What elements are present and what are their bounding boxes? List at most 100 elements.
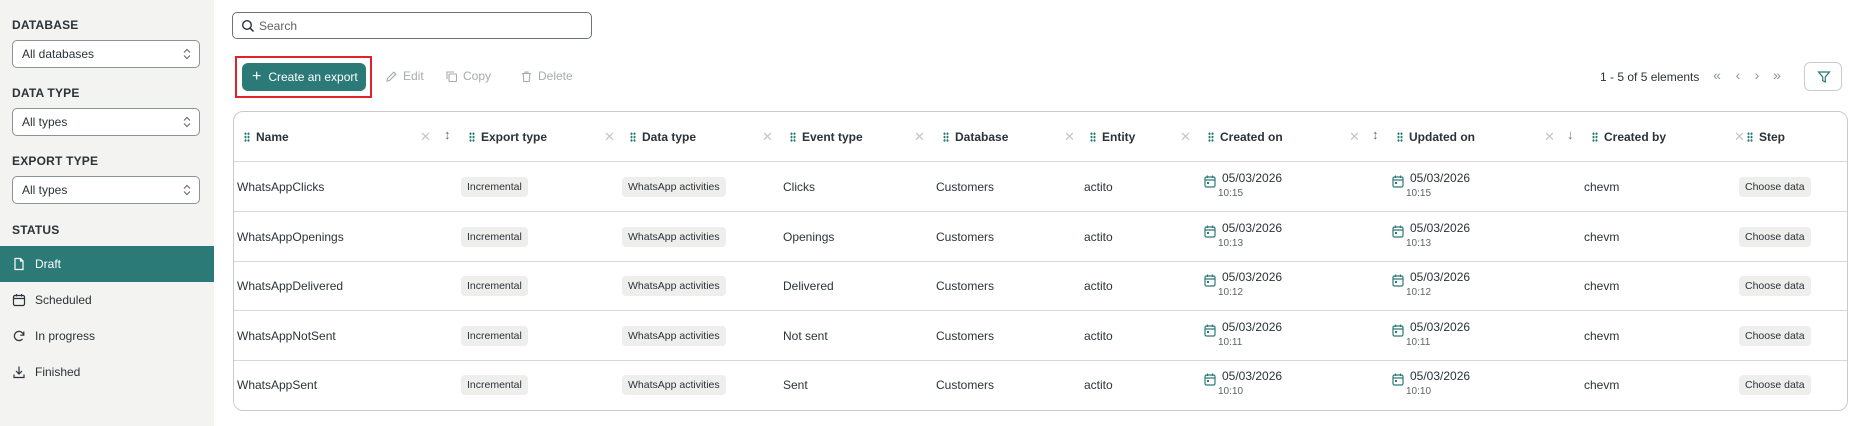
edit-button[interactable]: Edit: [385, 69, 424, 83]
created-time: 10:11: [1218, 336, 1243, 348]
column-data-type[interactable]: Data type: [630, 130, 696, 144]
close-icon[interactable]: ✕: [914, 129, 925, 145]
close-icon[interactable]: ✕: [762, 129, 773, 145]
next-page-icon[interactable]: ›: [1750, 68, 1764, 82]
search-input[interactable]: [259, 16, 579, 36]
column-created-on[interactable]: Created on: [1208, 130, 1283, 144]
drag-handle-icon[interactable]: [1208, 132, 1214, 142]
created-time: 10:13: [1218, 237, 1244, 249]
export-type-label: EXPORT TYPE: [12, 154, 99, 168]
status-item-scheduled[interactable]: Scheduled: [0, 282, 214, 318]
export-type-tag: Incremental: [461, 276, 528, 297]
status-item-finished[interactable]: Finished: [0, 354, 214, 390]
step-tag[interactable]: Choose data: [1739, 177, 1811, 197]
drag-handle-icon[interactable]: [943, 132, 949, 142]
updated-date: 05/03/2026: [1410, 319, 1471, 334]
export-type-tag: Incremental: [461, 325, 528, 346]
column-database[interactable]: Database: [943, 130, 1008, 144]
step-tag[interactable]: Choose data: [1739, 276, 1811, 297]
status-item-draft[interactable]: Draft: [0, 246, 214, 282]
search-box[interactable]: [232, 12, 592, 39]
drag-handle-icon[interactable]: [1747, 132, 1753, 142]
column-entity[interactable]: Entity: [1090, 130, 1135, 144]
close-icon[interactable]: ✕: [1544, 129, 1555, 145]
column-event-type[interactable]: Event type: [790, 130, 863, 144]
sort-icon[interactable]: ↕: [1372, 127, 1379, 142]
prev-page-icon[interactable]: ‹: [1731, 68, 1745, 82]
last-page-icon[interactable]: »: [1770, 68, 1784, 82]
cell-created-by: chevm: [1584, 328, 1620, 343]
drag-handle-icon[interactable]: [790, 132, 796, 142]
cell-name[interactable]: WhatsAppNotSent: [237, 329, 336, 343]
close-icon[interactable]: ✕: [1180, 129, 1191, 145]
cell-event-type: Clicks: [783, 180, 815, 194]
updated-time: 10:15: [1406, 188, 1432, 199]
data-type-select[interactable]: All types: [12, 108, 200, 136]
sort-icon[interactable]: ↕: [444, 127, 451, 142]
status-label: STATUS: [12, 223, 60, 237]
cell-name[interactable]: WhatsAppSent: [237, 378, 317, 392]
column-export-type[interactable]: Export type: [469, 130, 547, 144]
cell-name[interactable]: WhatsAppOpenings: [237, 230, 344, 244]
drag-handle-icon[interactable]: [244, 132, 250, 142]
cell-event-type: Delivered: [783, 279, 834, 294]
calendar-icon: [1204, 373, 1216, 386]
updated-date: 05/03/2026: [1410, 171, 1471, 185]
table-row[interactable]: WhatsAppDelivered Incremental WhatsApp a…: [234, 261, 1847, 312]
export-type-select[interactable]: All types: [12, 176, 200, 204]
created-time: 10:15: [1218, 188, 1244, 199]
export-type-tag: Incremental: [461, 226, 528, 247]
drag-handle-icon[interactable]: [630, 132, 636, 142]
column-updated-on[interactable]: Updated on: [1397, 130, 1475, 144]
calendar-icon: [1204, 175, 1216, 188]
calendar-icon: [12, 294, 26, 307]
calendar-icon: [1392, 175, 1404, 188]
updated-time: 10:11: [1406, 336, 1431, 348]
delete-label: Delete: [538, 69, 573, 83]
first-page-icon[interactable]: «: [1710, 68, 1724, 82]
close-icon[interactable]: ✕: [604, 129, 615, 145]
column-label: Export type: [481, 130, 548, 144]
drag-handle-icon[interactable]: [1397, 132, 1403, 142]
close-icon[interactable]: ✕: [1734, 129, 1745, 145]
data-type-tag: WhatsApp activities: [622, 177, 726, 197]
column-label: Step: [1759, 130, 1786, 144]
column-name[interactable]: Name: [244, 130, 289, 144]
calendar-icon: [1204, 274, 1216, 287]
step-tag[interactable]: Choose data: [1739, 325, 1811, 346]
delete-button[interactable]: Delete: [520, 69, 573, 83]
column-created-by[interactable]: Created by: [1592, 130, 1666, 144]
sort-desc-icon[interactable]: ↓: [1567, 127, 1574, 142]
cell-database: Customers: [936, 229, 995, 244]
create-export-button[interactable]: + Create an export: [242, 63, 366, 91]
trash-icon: [522, 70, 531, 82]
step-tag[interactable]: Choose data: [1739, 226, 1811, 247]
close-icon[interactable]: ✕: [1349, 129, 1360, 145]
calendar-icon: [1392, 324, 1404, 337]
data-type-tag: WhatsApp activities: [622, 276, 726, 297]
database-select[interactable]: All databases: [12, 40, 200, 68]
close-icon[interactable]: ✕: [420, 129, 431, 145]
column-label: Database: [955, 130, 1009, 144]
drag-handle-icon[interactable]: [469, 132, 475, 142]
filter-button[interactable]: [1804, 62, 1842, 91]
step-tag[interactable]: Choose data: [1739, 375, 1811, 396]
cell-name[interactable]: WhatsAppDelivered: [237, 279, 343, 293]
database-label: DATABASE: [12, 18, 79, 32]
close-icon[interactable]: ✕: [1064, 129, 1075, 145]
created-date: 05/03/2026: [1222, 319, 1283, 334]
table-header: Name ✕ ↕ Export type ✕ Data type ✕ Event…: [234, 112, 1847, 162]
cell-name[interactable]: WhatsAppClicks: [237, 180, 324, 194]
cell-database: Customers: [936, 378, 995, 393]
edit-label: Edit: [403, 69, 424, 83]
drag-handle-icon[interactable]: [1592, 132, 1598, 142]
table-row[interactable]: WhatsAppOpenings Incremental WhatsApp ac…: [234, 212, 1847, 262]
column-label: Updated on: [1409, 130, 1475, 144]
drag-handle-icon[interactable]: [1090, 132, 1096, 142]
table-row[interactable]: WhatsAppClicks Incremental WhatsApp acti…: [234, 162, 1847, 212]
copy-button[interactable]: Copy: [445, 69, 491, 83]
status-item-in-progress[interactable]: In progress: [0, 318, 214, 354]
column-step[interactable]: Step: [1747, 130, 1785, 144]
table-row[interactable]: WhatsAppSent Incremental WhatsApp activi…: [234, 360, 1847, 410]
table-row[interactable]: WhatsAppNotSent Incremental WhatsApp act…: [234, 311, 1847, 361]
